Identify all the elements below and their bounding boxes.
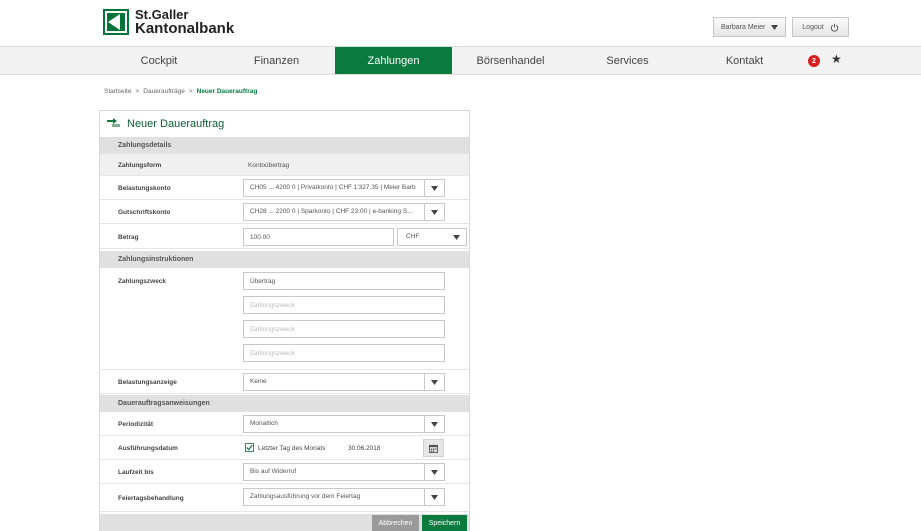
row-feiertagsbehandlung: Feiertagsbehandlung Zahlungsausführung v… xyxy=(100,484,469,512)
save-button[interactable]: Speichern xyxy=(422,515,467,531)
value-zahlungsform: Kontoübertrag xyxy=(248,162,290,169)
breadcrumb: Startseite > Daueraufträge > Neuer Dauer… xyxy=(104,88,257,95)
belastungsanzeige-value: Keine xyxy=(250,378,267,385)
last-day-label[interactable]: Letzter Tag des Monats xyxy=(258,445,325,452)
currency-value: CHF xyxy=(406,233,420,240)
periodizitaet-value: Monatlich xyxy=(250,420,278,427)
chevron-down-icon xyxy=(424,204,444,220)
breadcrumb-startseite[interactable]: Startseite xyxy=(104,88,131,95)
nav-item-finanzen[interactable]: Finanzen xyxy=(218,47,335,74)
feiertag-select[interactable]: Zahlungsausführung vor dem Feiertag xyxy=(243,488,445,506)
laufzeit-select[interactable]: Bis auf Widerruf xyxy=(243,463,445,481)
feiertag-value: Zahlungsausführung vor dem Feiertag xyxy=(250,493,361,500)
label-ausfuehrungsdatum: Ausführungsdatum xyxy=(118,445,178,452)
calendar-icon xyxy=(429,444,438,453)
nav-item-cockpit[interactable]: Cockpit xyxy=(100,47,218,74)
main-nav: Cockpit Finanzen Zahlungen Börsenhandel … xyxy=(0,46,921,75)
power-icon xyxy=(830,23,838,32)
label-zahlungsform: Zahlungsform xyxy=(118,162,162,169)
label-laufzeit: Laufzeit bis xyxy=(118,469,154,476)
currency-select[interactable]: CHF xyxy=(397,228,467,246)
user-menu-button[interactable]: Barbara Meier xyxy=(713,17,786,37)
nav-item-services[interactable]: Services xyxy=(569,47,686,74)
chevron-down-icon xyxy=(424,180,444,196)
belastungskonto-value: CH05 ... 4200 0 | Privatkonto | CHF 1'32… xyxy=(250,184,416,191)
last-day-checkbox[interactable] xyxy=(245,443,254,452)
chevron-down-icon xyxy=(424,374,444,390)
brand-line2: Kantonalbank xyxy=(135,20,235,37)
brand-name: St.Galler Kantonalbank xyxy=(135,8,235,37)
breadcrumb-current: Neuer Dauerauftrag xyxy=(196,88,258,95)
chevron-down-icon xyxy=(446,229,466,245)
section-dauerauftragsanweisungen: Dauerauftragsanweisungen xyxy=(100,395,469,412)
notification-badge[interactable]: 2 xyxy=(808,55,820,67)
row-gutschriftskonto: Gutschriftskonto CH28 ... 2200 0 | Spark… xyxy=(100,200,469,224)
row-zahlungsform: Zahlungsform Kontoübertrag xyxy=(100,154,469,176)
money-transfer-icon xyxy=(107,117,121,131)
zahlungszweck-input-3[interactable]: Zahlungszweck xyxy=(243,320,445,338)
gutschriftskonto-select[interactable]: CH28 ... 2200 0 | Sparkonto | CHF 23.00 … xyxy=(243,203,445,221)
row-ausfuehrungsdatum: Ausführungsdatum Letzter Tag des Monats … xyxy=(100,436,469,460)
nav-item-boersenhandel[interactable]: Börsenhandel xyxy=(452,47,569,74)
belastungskonto-select[interactable]: CH05 ... 4200 0 | Privatkonto | CHF 1'32… xyxy=(243,179,445,197)
row-zahlungszweck: Zahlungszweck Übertrag Zahlungszweck Zah… xyxy=(100,268,469,370)
label-zahlungszweck: Zahlungszweck xyxy=(118,278,167,285)
label-belastungskonto: Belastungskonto xyxy=(118,185,171,192)
periodizitaet-select[interactable]: Monatlich xyxy=(243,415,445,433)
label-feiertagsbehandlung: Feiertagsbehandlung xyxy=(118,495,184,502)
logout-label: Logout xyxy=(802,23,824,31)
star-icon[interactable]: ★ xyxy=(831,52,842,66)
belastungsanzeige-select[interactable]: Keine xyxy=(243,373,445,391)
execution-date: 30.06.2018 xyxy=(348,445,381,452)
zahlungszweck-input-2[interactable]: Zahlungszweck xyxy=(243,296,445,314)
row-periodizitaet: Periodizität Monatlich xyxy=(100,412,469,436)
nav-item-kontakt[interactable]: Kontakt xyxy=(686,47,803,74)
row-betrag: Betrag 100.00 CHF xyxy=(100,224,469,249)
user-name: Barbara Meier xyxy=(721,23,766,31)
standing-order-form: Neuer Dauerauftrag Zahlungsdetails Zahlu… xyxy=(99,110,470,531)
form-header: Neuer Dauerauftrag xyxy=(100,111,469,137)
section-zahlungsinstruktionen: Zahlungsinstruktionen xyxy=(100,251,469,268)
breadcrumb-separator: > xyxy=(135,88,140,95)
row-belastungsanzeige: Belastungsanzeige Keine xyxy=(100,370,469,394)
form-footer: Abbrechen Speichern xyxy=(100,514,469,531)
calendar-button[interactable] xyxy=(423,439,444,457)
nav-item-zahlungen[interactable]: Zahlungen xyxy=(335,47,452,74)
zahlungszweck-input-4[interactable]: Zahlungszweck xyxy=(243,344,445,362)
chevron-down-icon xyxy=(424,416,444,432)
brand-logo[interactable]: St.Galler Kantonalbank xyxy=(103,8,234,36)
bank-logo-icon xyxy=(103,9,129,35)
breadcrumb-dauerauftraege[interactable]: Daueraufträge xyxy=(143,88,185,95)
cancel-button[interactable]: Abbrechen xyxy=(372,515,419,531)
breadcrumb-separator: > xyxy=(188,88,193,95)
form-title: Neuer Dauerauftrag xyxy=(127,118,225,130)
checkmark-icon xyxy=(246,444,253,451)
label-belastungsanzeige: Belastungsanzeige xyxy=(118,379,177,386)
row-belastungskonto: Belastungskonto CH05 ... 4200 0 | Privat… xyxy=(100,176,469,200)
betrag-input[interactable]: 100.00 xyxy=(243,228,394,246)
chevron-down-icon xyxy=(424,464,444,480)
logout-button[interactable]: Logout xyxy=(792,17,849,37)
gutschriftskonto-value: CH28 ... 2200 0 | Sparkonto | CHF 23.00 … xyxy=(250,208,413,215)
zahlungszweck-input-1[interactable]: Übertrag xyxy=(243,272,445,290)
label-betrag: Betrag xyxy=(118,234,139,241)
label-periodizitaet: Periodizität xyxy=(118,421,154,428)
label-gutschriftskonto: Gutschriftskonto xyxy=(118,209,171,216)
chevron-down-icon xyxy=(771,24,778,30)
row-laufzeit: Laufzeit bis Bis auf Widerruf xyxy=(100,460,469,484)
laufzeit-value: Bis auf Widerruf xyxy=(250,468,297,475)
chevron-down-icon xyxy=(424,489,444,505)
section-zahlungsdetails: Zahlungsdetails xyxy=(100,137,469,154)
header: St.Galler Kantonalbank Barbara Meier Log… xyxy=(0,0,921,44)
